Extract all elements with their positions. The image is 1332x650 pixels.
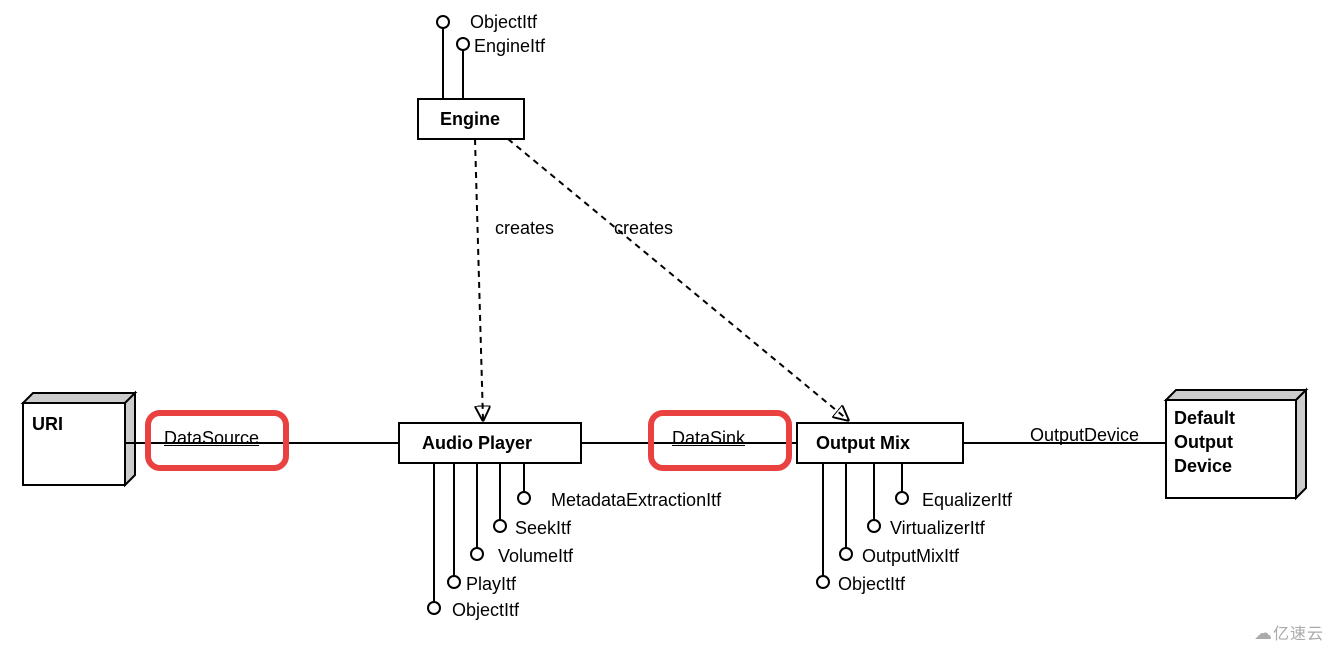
edge-label-creates-2: creates [614,218,673,239]
om-itf-equalizer: EqualizerItf [922,490,1012,511]
uri-label: URI [32,414,63,435]
datasource-label: DataSource [164,428,259,449]
default-output-line2: Output [1174,432,1233,453]
audio-player-label: Audio Player [422,433,532,454]
ap-itf-seek: SeekItf [515,518,571,539]
engine-itf-engine: EngineItf [474,36,545,57]
ap-itf-volume: VolumeItf [498,546,573,567]
default-output-line1: Default [1174,408,1235,429]
datasink-label: DataSink [672,428,745,449]
ap-itf-object: ObjectItf [452,600,519,621]
engine-itf-lines [437,16,469,99]
diagram-canvas [0,0,1332,650]
om-itf-object: ObjectItf [838,574,905,595]
ap-itf-metadata: MetadataExtractionItf [551,490,721,511]
edge-engine-audioplayer [475,139,483,420]
engine-itf-object: ObjectItf [470,12,537,33]
engine-label: Engine [440,109,500,130]
uri-node [23,393,135,485]
watermark-text: ☁亿速云 [1254,620,1324,644]
outputdevice-label: OutputDevice [1030,425,1139,446]
om-itf-outputmix: OutputMixItf [862,546,959,567]
default-output-line3: Device [1174,456,1232,477]
output-mix-label: Output Mix [816,433,910,454]
edge-engine-outputmix [508,139,848,420]
ap-itf-play: PlayItf [466,574,516,595]
om-itf-virtualizer: VirtualizerItf [890,518,985,539]
edge-label-creates-1: creates [495,218,554,239]
